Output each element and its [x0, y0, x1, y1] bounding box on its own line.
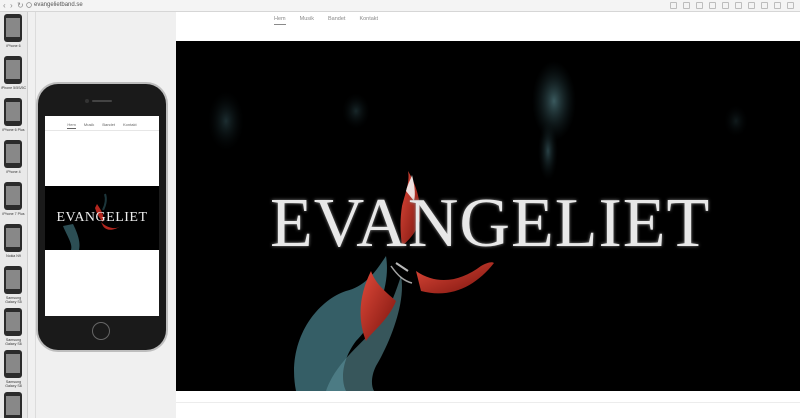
extension-icon[interactable] [735, 2, 742, 9]
phone-speaker [92, 100, 112, 102]
phone-mockup: Hem Musik Bandet Kontakt EVANGELIET [38, 84, 166, 350]
extension-icon[interactable] [748, 2, 755, 9]
mobile-nav-item-kontakt[interactable]: Kontakt [123, 122, 137, 129]
mobile-nav-item-bandet[interactable]: Bandet [102, 122, 115, 129]
back-button[interactable]: ‹ [3, 1, 6, 10]
extension-icon[interactable] [709, 2, 716, 9]
phone-screen: Hem Musik Bandet Kontakt EVANGELIET [45, 116, 159, 316]
device-thumbnail-screen [6, 60, 20, 79]
extension-icon[interactable] [670, 2, 677, 9]
device-thumbnail-label: Samsung Galaxy S8 [5, 380, 22, 388]
nav-item-musik[interactable]: Musik [300, 16, 314, 25]
extension-icon[interactable] [787, 2, 794, 9]
device-thumbnail[interactable] [4, 224, 22, 252]
device-thumbnail[interactable] [4, 266, 22, 294]
device-thumbnail-screen [6, 270, 20, 289]
extension-icon[interactable] [761, 2, 768, 9]
device-thumbnail[interactable] [4, 308, 22, 336]
device-thumbnail-screen [6, 312, 20, 331]
device-thumbnail-screen [6, 186, 20, 205]
device-thumbnail-label: iPhone 6 [6, 44, 21, 48]
extension-icon[interactable] [774, 2, 781, 9]
nav-item-bandet[interactable]: Bandet [328, 16, 345, 25]
device-thumbnail-label: iPhone 5/5S/5C [0, 86, 27, 90]
hero-title: EVANGELIET [270, 185, 711, 262]
device-sidebar: iPhone 6 iPhone 5/5S/5C iPhone 6 Plus iPhon… [0, 12, 28, 418]
device-thumbnail[interactable] [4, 350, 22, 378]
globe-icon [26, 2, 32, 8]
device-thumbnail-screen [6, 18, 20, 37]
device-thumbnail-screen [6, 396, 20, 415]
device-thumbnail-label: iPhone 6 Plus [2, 128, 25, 132]
device-thumbnail[interactable] [4, 182, 22, 210]
phone-camera [85, 99, 89, 103]
device-thumbnail-screen [6, 354, 20, 373]
device-thumbnail[interactable] [4, 392, 22, 418]
device-thumbnail[interactable] [4, 140, 22, 168]
device-thumbnail[interactable] [4, 56, 22, 84]
site-nav: Hem Musik Bandet Kontakt [274, 16, 378, 25]
hero-banner: EVANGELIET [176, 41, 800, 391]
extension-icon[interactable] [683, 2, 690, 9]
device-thumbnail[interactable] [4, 98, 22, 126]
device-thumbnail-screen [6, 228, 20, 247]
device-thumbnail-label: Nokia N9 [6, 254, 21, 258]
forward-button[interactable]: › [10, 1, 13, 10]
mobile-nav-divider [45, 130, 159, 131]
device-thumbnail-label: Samsung Galaxy S5 [5, 296, 22, 304]
url-text: evangelietband.se [34, 2, 83, 8]
mobile-nav-item-musik[interactable]: Musik [84, 122, 94, 129]
mobile-hero: EVANGELIET [45, 186, 159, 250]
device-thumbnail-screen [6, 144, 20, 163]
device-thumbnail[interactable] [4, 14, 22, 42]
sidebar-divider [35, 12, 36, 418]
extension-icon[interactable] [696, 2, 703, 9]
device-thumbnail-label: iPhone 4 [6, 170, 21, 174]
device-thumbnail-label: Samsung Galaxy S6 [5, 338, 22, 346]
desktop-viewport: Hem Musik Bandet Kontakt EVANGELIET [176, 12, 800, 418]
mobile-nav-item-hem[interactable]: Hem [67, 122, 76, 129]
browser-toolbar: ‹ › ↻ evangelietband.se [0, 0, 800, 12]
footer-divider [176, 402, 800, 403]
phone-home-button[interactable] [92, 322, 110, 340]
address-bar[interactable]: evangelietband.se [26, 1, 166, 9]
mobile-nav: Hem Musik Bandet Kontakt [45, 122, 159, 129]
nav-item-kontakt[interactable]: Kontakt [359, 16, 378, 25]
reload-button[interactable]: ↻ [17, 1, 24, 10]
extension-icons [670, 2, 794, 9]
device-thumbnail-screen [6, 102, 20, 121]
device-thumbnail-label: iPhone 7 Plus [2, 212, 25, 216]
mobile-hero-title: EVANGELIET [56, 210, 148, 225]
nav-item-hem[interactable]: Hem [274, 16, 286, 25]
extension-icon[interactable] [722, 2, 729, 9]
